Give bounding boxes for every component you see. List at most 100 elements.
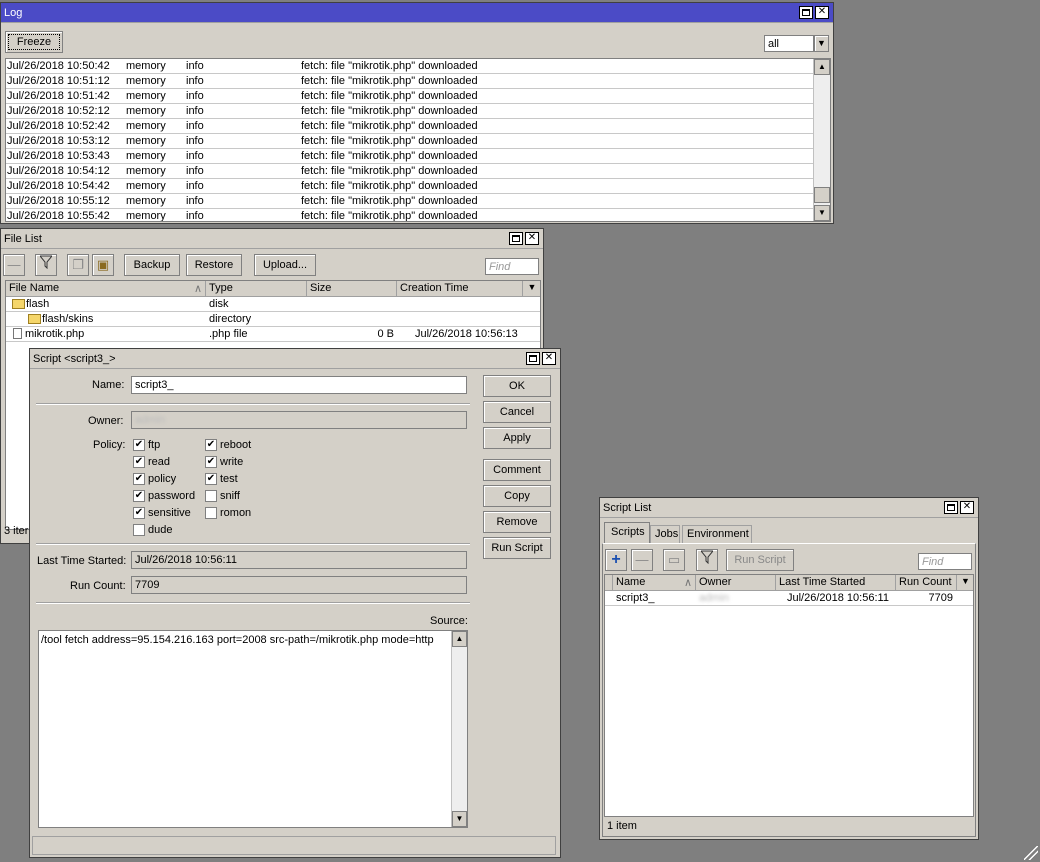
paste-icon[interactable]: ▣ <box>92 254 114 276</box>
log-topics: info <box>186 90 204 102</box>
log-row[interactable]: Jul/26/2018 10:51:42 memory info fetch: fil… <box>6 89 813 104</box>
last-started-field[interactable]: Jul/26/2018 10:56:11 <box>131 551 467 569</box>
add-icon[interactable]: + <box>605 549 627 571</box>
restore-button[interactable]: Restore <box>186 254 242 276</box>
policy-checkbox-romon[interactable] <box>205 507 217 519</box>
policy-checkbox-read[interactable]: ✔ <box>133 456 145 468</box>
run-count-field[interactable]: 7709 <box>131 576 467 594</box>
remove-button[interactable]: Remove <box>483 511 551 533</box>
log-row[interactable]: Jul/26/2018 10:52:12 memory info fetch: fil… <box>6 104 813 119</box>
table-row[interactable]: flash/skins directory <box>6 312 540 327</box>
script-name: script3_ <box>616 592 655 604</box>
name-field[interactable]: script3_ <box>131 376 467 394</box>
table-row[interactable]: script3_ admin Jul/26/2018 10:56:11 7709 <box>605 591 973 606</box>
maximize-icon[interactable] <box>799 6 813 19</box>
ok-button[interactable]: OK <box>483 375 551 397</box>
policy-checkbox-policy[interactable]: ✔ <box>133 473 145 485</box>
column-header-run-count[interactable]: Run Count <box>896 575 957 591</box>
script-list-titlebar[interactable]: Script List ✕ <box>600 498 978 518</box>
close-icon[interactable]: ✕ <box>542 352 556 365</box>
remove-icon[interactable]: — <box>3 254 25 276</box>
column-header-last-started[interactable]: Last Time Started <box>776 575 896 591</box>
log-title: Log <box>4 7 23 19</box>
freeze-button[interactable]: Freeze <box>5 31 63 53</box>
scroll-up-icon[interactable]: ▲ <box>814 59 830 75</box>
log-row[interactable]: Jul/26/2018 10:55:42 memory info fetch: fil… <box>6 209 813 221</box>
log-row[interactable]: Jul/26/2018 10:55:12 memory info fetch: fil… <box>6 194 813 209</box>
filter-icon[interactable] <box>696 549 718 571</box>
find-input[interactable]: Find <box>918 553 972 570</box>
comment-icon[interactable]: ▭ <box>663 549 685 571</box>
owner-field[interactable]: admin <box>131 411 467 429</box>
scroll-down-icon[interactable]: ▼ <box>814 205 830 221</box>
copy-button[interactable]: Copy <box>483 485 551 507</box>
policy-checkbox-dude[interactable] <box>133 524 145 536</box>
column-header-created[interactable]: Creation Time <box>397 281 523 297</box>
log-scrollbar[interactable]: ▲ ▼ <box>813 59 830 221</box>
log-row[interactable]: Jul/26/2018 10:50:42 memory info fetch: fil… <box>6 59 813 74</box>
tab-jobs[interactable]: Jobs <box>650 525 680 544</box>
run-script-button[interactable]: Run Script <box>483 537 551 559</box>
dropdown-arrow-icon[interactable]: ▼ <box>814 35 829 52</box>
filter-icon[interactable] <box>35 254 57 276</box>
policy-checkbox-write[interactable]: ✔ <box>205 456 217 468</box>
run-script-button[interactable]: Run Script <box>726 549 794 571</box>
log-buffer: memory <box>126 165 166 177</box>
source-editor[interactable]: /tool fetch address=95.154.216.163 port=… <box>38 630 468 828</box>
file-list-titlebar[interactable]: File List ✕ <box>1 229 543 249</box>
scroll-up-icon[interactable]: ▲ <box>452 631 467 647</box>
cancel-button[interactable]: Cancel <box>483 401 551 423</box>
maximize-icon[interactable] <box>944 501 958 514</box>
tab-environment[interactable]: Environment <box>682 525 752 544</box>
column-menu-icon[interactable]: ▼ <box>523 281 540 297</box>
policy-checkbox-reboot[interactable]: ✔ <box>205 439 217 451</box>
column-header-size[interactable]: Size <box>307 281 397 297</box>
column-label: File Name <box>9 282 60 294</box>
log-titlebar[interactable]: Log ✕ <box>1 3 833 23</box>
scroll-thumb[interactable] <box>814 187 830 203</box>
copy-icon[interactable]: ❐ <box>67 254 89 276</box>
script-titlebar[interactable]: Script <script3_> ✕ <box>30 349 560 369</box>
maximize-icon[interactable] <box>509 232 523 245</box>
scroll-down-icon[interactable]: ▼ <box>452 811 467 827</box>
table-row[interactable]: flash disk <box>6 297 540 312</box>
policy-checkbox-password[interactable]: ✔ <box>133 490 145 502</box>
close-icon[interactable]: ✕ <box>815 6 829 19</box>
remove-icon[interactable]: — <box>631 549 653 571</box>
find-input[interactable]: Find <box>485 258 539 275</box>
policy-label-test: test <box>220 473 238 485</box>
close-icon[interactable]: ✕ <box>525 232 539 245</box>
log-row[interactable]: Jul/26/2018 10:54:42 memory info fetch: fil… <box>6 179 813 194</box>
maximize-icon[interactable] <box>526 352 540 365</box>
log-row[interactable]: Jul/26/2018 10:54:12 memory info fetch: fil… <box>6 164 813 179</box>
log-row[interactable]: Jul/26/2018 10:53:43 memory info fetch: fil… <box>6 149 813 164</box>
script-window: Script <script3_> ✕ Name: script3_ Owner… <box>29 348 561 858</box>
tab-scripts[interactable]: Scripts <box>604 522 650 544</box>
comment-button[interactable]: Comment <box>483 459 551 481</box>
column-menu-icon[interactable]: ▼ <box>957 575 973 591</box>
backup-button[interactable]: Backup <box>124 254 180 276</box>
log-filter-select[interactable]: all <box>764 35 814 52</box>
column-header-type[interactable]: Type <box>206 281 307 297</box>
column-header-name[interactable]: Name ∧ <box>613 575 696 591</box>
log-row[interactable]: Jul/26/2018 10:53:12 memory info fetch: fil… <box>6 134 813 149</box>
column-header-name[interactable]: File Name ∧ <box>6 281 206 297</box>
resize-grip-icon[interactable] <box>1024 846 1038 860</box>
source-scrollbar[interactable]: ▲ ▼ <box>451 631 467 827</box>
log-buffer: memory <box>126 180 166 192</box>
log-message: fetch: file "mikrotik.php" downloaded <box>301 105 478 117</box>
close-icon[interactable]: ✕ <box>960 501 974 514</box>
column-header-owner[interactable]: Owner <box>696 575 776 591</box>
policy-checkbox-test[interactable]: ✔ <box>205 473 217 485</box>
log-time: Jul/26/2018 10:54:12 <box>7 165 110 177</box>
folder-icon <box>28 314 41 324</box>
file-type: .php file <box>209 328 248 340</box>
apply-button[interactable]: Apply <box>483 427 551 449</box>
log-row[interactable]: Jul/26/2018 10:52:42 memory info fetch: fil… <box>6 119 813 134</box>
upload-button[interactable]: Upload... <box>254 254 316 276</box>
log-row[interactable]: Jul/26/2018 10:51:12 memory info fetch: fil… <box>6 74 813 89</box>
table-row[interactable]: mikrotik.php .php file 0 B Jul/26/2018 1… <box>6 327 540 342</box>
policy-checkbox-sensitive[interactable]: ✔ <box>133 507 145 519</box>
policy-checkbox-sniff[interactable] <box>205 490 217 502</box>
policy-checkbox-ftp[interactable]: ✔ <box>133 439 145 451</box>
